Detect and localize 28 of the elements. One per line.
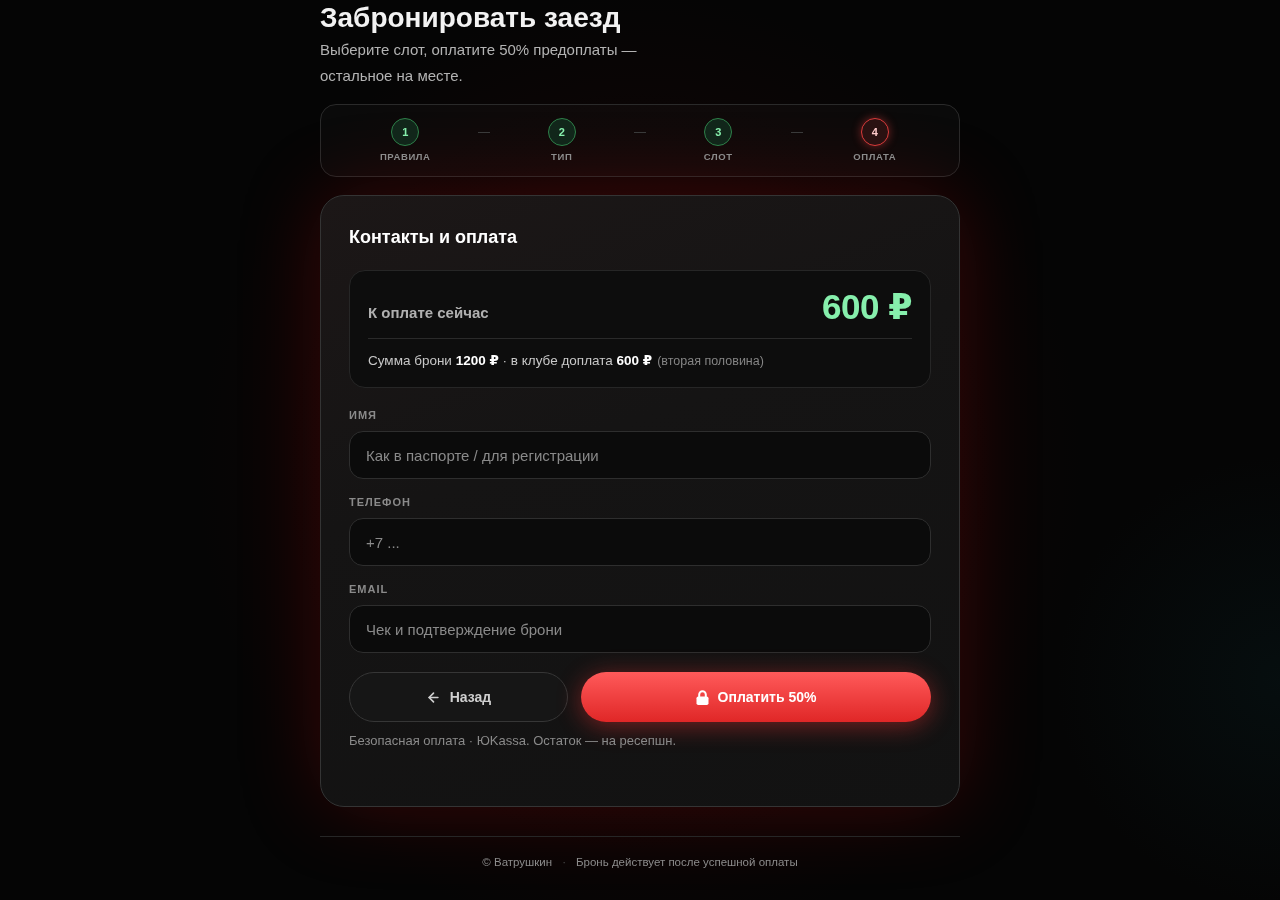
breakdown-note: (вторая половина) <box>657 353 764 370</box>
step-label: СЛОТ <box>703 151 733 163</box>
text-field[interactable]: +7 ... <box>349 518 931 566</box>
page-subtitle: Выберите слот, оплатите 50% предоплаты — остальное на месте. <box>320 40 638 86</box>
amount-due: 600 ₽ <box>822 287 912 327</box>
step-label: ПРАВИЛА <box>379 151 431 163</box>
pay-button[interactable]: Оплатить 50% <box>581 672 931 722</box>
step-label: ОПЛАТА <box>853 151 897 163</box>
price-breakdown: Сумма брони 1200 ₽ · в клубе доплата 600 ₽ <box>368 352 653 370</box>
back-button[interactable]: Назад <box>349 672 568 722</box>
step-label: ТИП <box>551 151 573 163</box>
text-field[interactable]: Как в паспорте / для регистрации <box>349 431 931 479</box>
step-number: 1 <box>391 118 420 146</box>
step-number: 4 <box>860 118 889 146</box>
card-title: Контакты и оплата <box>349 226 519 249</box>
footer-separator: · <box>562 855 566 869</box>
payment-note: Безопасная оплата · ЮKassa. Остаток — на ресепшн. <box>349 733 677 749</box>
summary-label: К оплате сейчас <box>368 303 489 323</box>
footer-text: Бронь действует после успешной оплаты <box>576 855 798 869</box>
step-number: 2 <box>547 118 576 146</box>
field-label: ТЕЛЕФОН <box>349 496 412 509</box>
field-label: EMAIL <box>349 583 390 596</box>
text-field[interactable]: Чек и подтверждение брони <box>349 605 931 653</box>
step-number: 3 <box>704 118 733 146</box>
lock-icon <box>695 689 709 705</box>
page-title: Забронировать заезд <box>320 2 622 34</box>
footer-text: © Ватрушкин <box>482 855 553 869</box>
field-label: ИМЯ <box>349 409 378 422</box>
